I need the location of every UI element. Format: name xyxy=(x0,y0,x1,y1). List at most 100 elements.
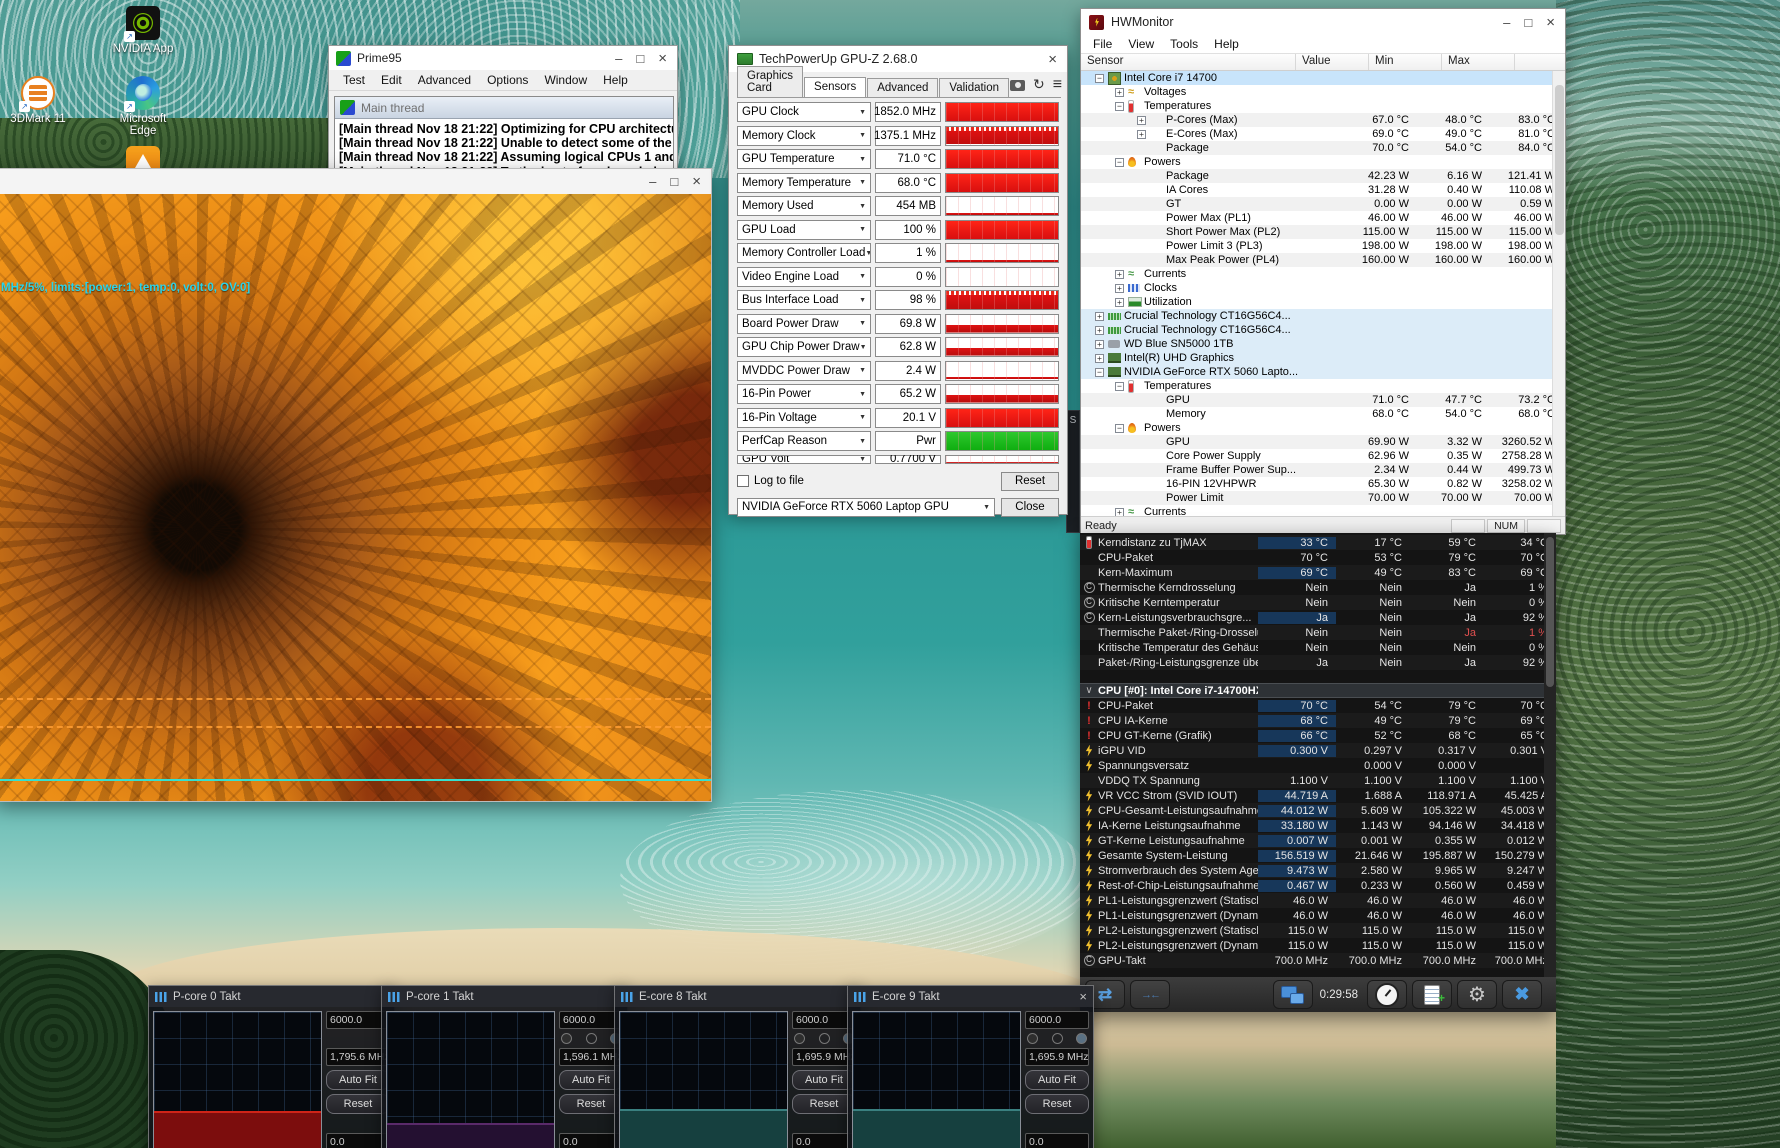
graph-min-field[interactable]: 0.0 xyxy=(1025,1133,1089,1148)
menu-item[interactable]: File xyxy=(1085,37,1120,51)
gpu-select[interactable]: NVIDIA GeForce RTX 5060 Laptop GPU xyxy=(737,498,995,517)
sensor-name-dropdown[interactable]: MVDDC Power Draw xyxy=(737,361,871,381)
sensor-name-dropdown[interactable]: GPU Temperature xyxy=(737,149,871,169)
clock-button[interactable] xyxy=(1367,980,1407,1009)
sensor-row[interactable]: Kern-Maximum 69 °C 49 °C 83 °C 69 °C xyxy=(1080,565,1556,580)
sensor-name-dropdown[interactable]: GPU Chip Power Draw xyxy=(737,337,871,357)
column-header-sensor[interactable]: Sensor xyxy=(1081,54,1296,70)
table-row[interactable]: GPU 69.90 W 3.32 W 3260.52 W xyxy=(1081,435,1565,449)
sensor-row[interactable]: Gesamte System-Leistung 156.519 W 21.646… xyxy=(1080,848,1556,863)
expand-toggle[interactable] xyxy=(1115,158,1124,167)
expand-toggle[interactable] xyxy=(1115,102,1124,111)
expand-toggle[interactable] xyxy=(1095,354,1104,363)
expand-toggle[interactable] xyxy=(1137,130,1146,139)
table-row[interactable]: Utilization xyxy=(1081,295,1565,309)
sensor-row[interactable]: Kritische Kerntemperatur Nein Nein Nein … xyxy=(1080,595,1556,610)
expand-toggle[interactable] xyxy=(1095,368,1104,377)
table-row[interactable]: E-Cores (Max) 69.0 °C 49.0 °C 81.0 °C xyxy=(1081,127,1565,141)
minimize-icon[interactable] xyxy=(1503,16,1510,29)
report-button[interactable] xyxy=(1412,980,1452,1009)
expand-toggle[interactable] xyxy=(1115,508,1124,517)
close-icon[interactable] xyxy=(1079,989,1087,1004)
sensor-row[interactable]: CPU GT-Kerne (Grafik) 66 °C 52 °C 68 °C … xyxy=(1080,728,1556,743)
table-row[interactable]: Short Power Max (PL2) 115.00 W 115.00 W … xyxy=(1081,225,1565,239)
tab[interactable]: Advanced xyxy=(867,78,938,97)
sensor-name-dropdown[interactable]: GPU Load xyxy=(737,220,871,240)
sensor-row[interactable]: Spannungsversatz 0.000 V 0.000 V xyxy=(1080,758,1556,773)
sensor-row[interactable]: Rest-of-Chip-Leistungsaufnahme 0.467 W 0… xyxy=(1080,878,1556,893)
expand-toggle[interactable] xyxy=(1095,74,1104,83)
reset-button[interactable]: Reset xyxy=(1001,472,1059,491)
sensor-row[interactable]: VR VCC Strom (SVID IOUT) 44.719 A 1.688 … xyxy=(1080,788,1556,803)
hwmonitor-titlebar[interactable]: HWMonitor xyxy=(1081,9,1565,35)
table-row[interactable]: WD Blue SN5000 1TB xyxy=(1081,337,1565,351)
menu-item[interactable]: Window xyxy=(536,73,595,87)
sensor-name-dropdown[interactable]: Memory Controller Load xyxy=(737,243,871,263)
sensor-name-dropdown[interactable]: Memory Temperature xyxy=(737,173,871,193)
sensor-name-dropdown[interactable]: Video Engine Load xyxy=(737,267,871,287)
table-row[interactable]: Currents xyxy=(1081,267,1565,281)
close-icon[interactable] xyxy=(1048,53,1057,66)
sensor-row[interactable]: Paket-/Ring-Leistungsgrenze übe... Ja Ne… xyxy=(1080,655,1556,670)
close-button[interactable]: Close xyxy=(1001,498,1059,517)
table-row[interactable]: Clocks xyxy=(1081,281,1565,295)
expand-toggle[interactable] xyxy=(1115,298,1124,307)
table-row[interactable]: Currents xyxy=(1081,505,1565,516)
log-to-file-checkbox[interactable] xyxy=(737,475,749,487)
main-thread-titlebar[interactable]: Main thread xyxy=(335,97,673,119)
menu-icon[interactable] xyxy=(1053,76,1062,94)
sensor-row[interactable]: PL1-Leistungsgrenzwert (Statisch) 46.0 W… xyxy=(1080,893,1556,908)
sensor-name-dropdown[interactable]: 16-Pin Power xyxy=(737,384,871,404)
table-row[interactable]: Package 42.23 W 6.16 W 121.41 W xyxy=(1081,169,1565,183)
expand-toggle[interactable] xyxy=(1115,382,1124,391)
table-row[interactable]: Intel(R) UHD Graphics xyxy=(1081,351,1565,365)
table-row[interactable]: Power Max (PL1) 46.00 W 46.00 W 46.00 W xyxy=(1081,211,1565,225)
sensor-row[interactable]: Thermische Paket-/Ring-Drosselung Nein N… xyxy=(1080,625,1556,640)
graph-titlebar[interactable]: P-core 1 Takt xyxy=(382,986,627,1007)
sensor-row[interactable]: IA-Kerne Leistungsaufnahme 33.180 W 1.14… xyxy=(1080,818,1556,833)
menu-item[interactable]: Help xyxy=(1206,37,1247,51)
close-button[interactable] xyxy=(1502,980,1542,1009)
screenshot-icon[interactable] xyxy=(1010,80,1025,91)
scrollbar[interactable] xyxy=(1552,71,1565,516)
sensor-row[interactable]: GT-Kerne Leistungsaufnahme 0.007 W 0.001… xyxy=(1080,833,1556,848)
sensor-name-dropdown[interactable]: Bus Interface Load xyxy=(737,290,871,310)
table-row[interactable]: Power Limit 3 (PL3) 198.00 W 198.00 W 19… xyxy=(1081,239,1565,253)
sensor-name-dropdown[interactable]: Memory Used xyxy=(737,196,871,216)
table-row[interactable]: Frame Buffer Power Sup... 2.34 W 0.44 W … xyxy=(1081,463,1565,477)
scrollbar[interactable] xyxy=(1544,533,1556,977)
sensor-row[interactable]: iGPU VID 0.300 V 0.297 V 0.317 V 0.301 V xyxy=(1080,743,1556,758)
tab[interactable]: Sensors xyxy=(804,77,866,97)
sensor-row[interactable]: GPU-Takt 700.0 MHz 700.0 MHz 700.0 MHz 7… xyxy=(1080,953,1556,968)
table-row[interactable]: Powers xyxy=(1081,421,1565,435)
expand-toggle[interactable] xyxy=(1115,88,1124,97)
table-row[interactable]: Temperatures xyxy=(1081,379,1565,393)
minimize-icon[interactable] xyxy=(649,175,656,188)
sensor-row[interactable]: PL2-Leistungsgrenzwert (Dynami... 115.0 … xyxy=(1080,938,1556,953)
table-row[interactable]: Intel Core i7 14700 xyxy=(1081,71,1565,85)
table-row[interactable]: Crucial Technology CT16G56C4... xyxy=(1081,309,1565,323)
menu-item[interactable]: Options xyxy=(479,73,536,87)
refresh-icon[interactable] xyxy=(1033,76,1045,94)
table-row[interactable]: Package 70.0 °C 54.0 °C 84.0 °C xyxy=(1081,141,1565,155)
menu-item[interactable]: Test xyxy=(335,73,373,87)
tab[interactable]: Validation xyxy=(939,78,1009,97)
expand-toggle[interactable] xyxy=(1095,326,1104,335)
sensor-row[interactable]: Kerndistanz zu TjMAX 33 °C 17 °C 59 °C 3… xyxy=(1080,535,1556,550)
table-row[interactable]: Crucial Technology CT16G56C4... xyxy=(1081,323,1565,337)
graph-max-field[interactable]: 6000.0 xyxy=(1025,1011,1089,1029)
reset-button[interactable]: Reset xyxy=(1025,1094,1089,1114)
collapse-columns-button[interactable] xyxy=(1130,980,1170,1009)
sensor-row[interactable]: CPU-Paket 70 °C 54 °C 79 °C 70 °C xyxy=(1080,698,1556,713)
hidden-window-sliver[interactable]: S xyxy=(1066,410,1080,533)
close-icon[interactable] xyxy=(658,52,667,65)
table-row[interactable]: GPU 71.0 °C 47.7 °C 73.2 °C xyxy=(1081,393,1565,407)
maximize-icon[interactable] xyxy=(670,175,678,188)
graph-titlebar[interactable]: E-core 8 Takt xyxy=(615,986,860,1007)
sensor-row[interactable] xyxy=(1080,670,1556,683)
expand-toggle[interactable] xyxy=(1095,340,1104,349)
desktop-icon-microsoft-edge[interactable]: ↗ Microsoft Edge xyxy=(107,76,179,137)
menu-item[interactable]: Help xyxy=(595,73,636,87)
expand-toggle[interactable] xyxy=(1095,312,1104,321)
prime95-titlebar[interactable]: Prime95 xyxy=(329,46,677,70)
